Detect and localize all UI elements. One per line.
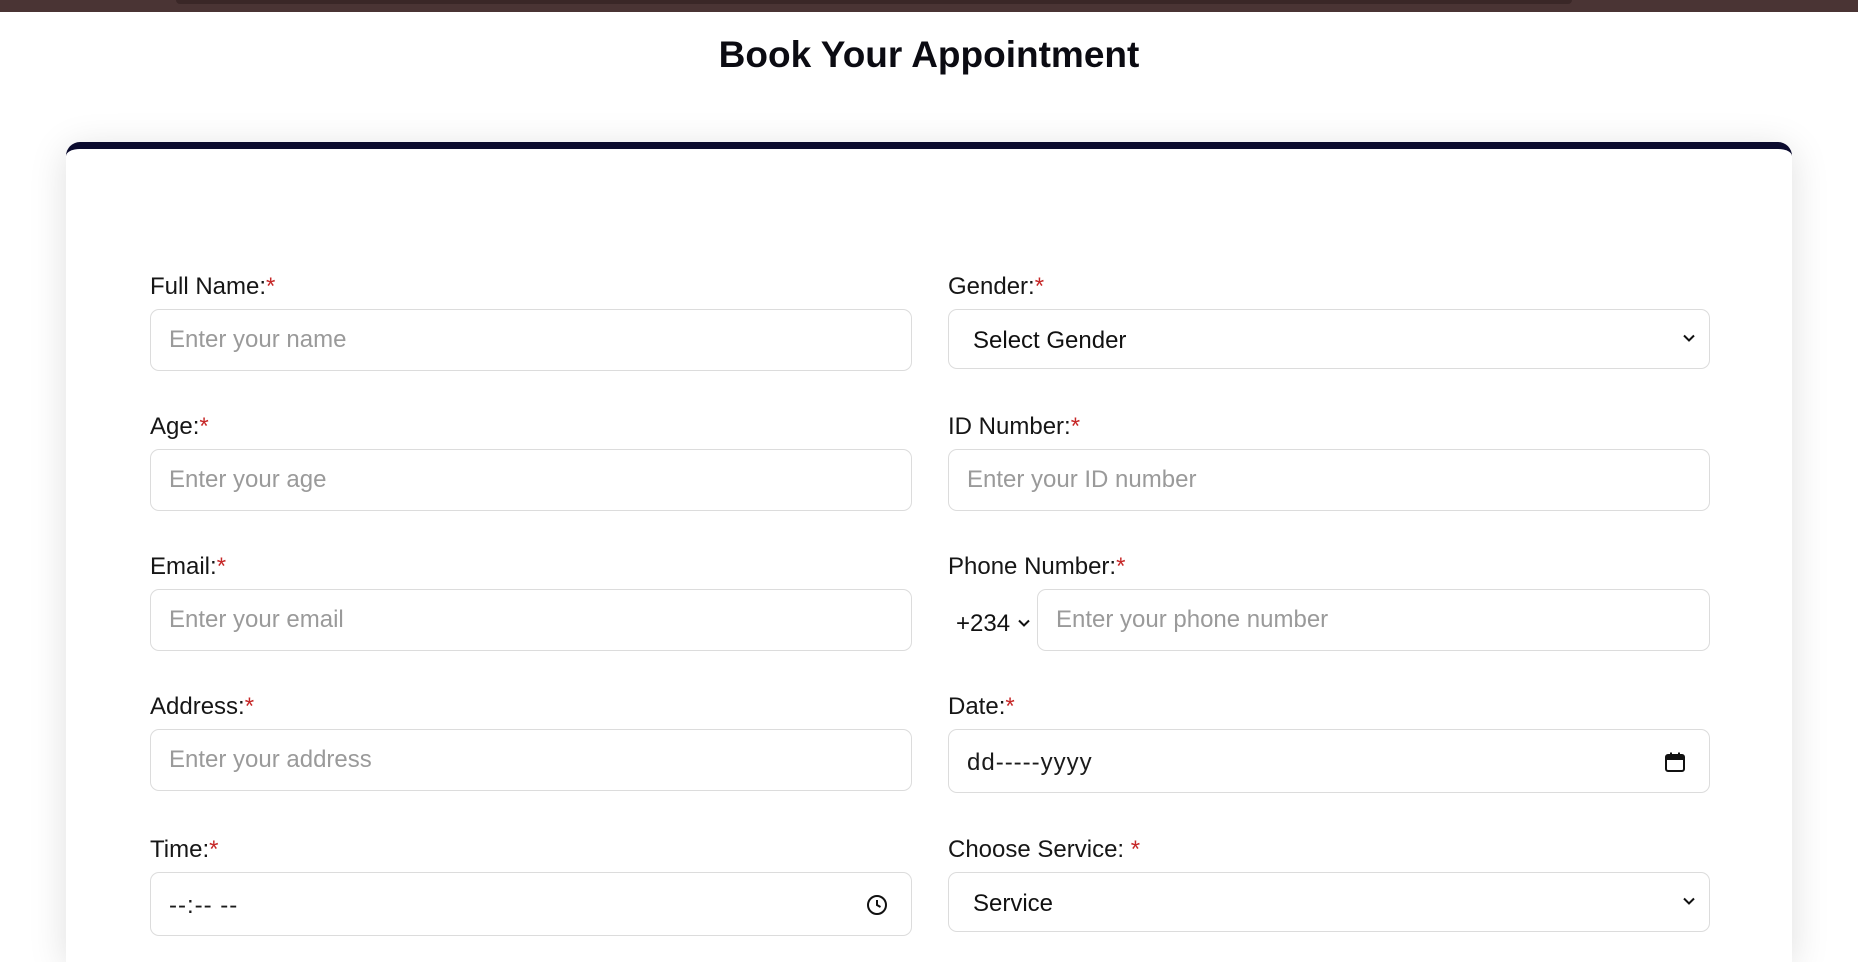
time-input-value: --:-- -- (169, 892, 239, 919)
service-field: Choose Service: * Service (948, 836, 1710, 946)
id-number-input-box (948, 449, 1710, 511)
id-number-input[interactable] (949, 450, 1709, 510)
email-input[interactable] (151, 590, 911, 650)
top-nav-bar-inner (176, 0, 1572, 4)
address-field: Address:* (150, 693, 912, 803)
email-field: Email:* (150, 553, 912, 663)
date-field: Date:* dd-----yyyy (948, 693, 1710, 809)
country-code-value: +234 (956, 610, 1011, 637)
gender-selected-value: Select Gender (973, 327, 1127, 354)
full-name-input[interactable] (151, 310, 911, 370)
calendar-icon[interactable] (1663, 750, 1687, 774)
chevron-down-icon (1683, 334, 1695, 342)
gender-select[interactable]: Select Gender (948, 309, 1710, 369)
time-input[interactable]: --:-- -- (150, 872, 912, 936)
phone-field: Phone Number:* +234 (948, 553, 1710, 663)
address-input[interactable] (151, 730, 911, 790)
gender-field: Gender:* Select Gender (948, 273, 1710, 383)
country-code-select[interactable]: +234 (948, 591, 1036, 653)
id-number-label: ID Number:* (948, 413, 1081, 440)
date-input[interactable]: dd-----yyyy (948, 729, 1710, 793)
time-field: Time:* --:-- -- (150, 836, 912, 952)
service-label: Choose Service: * (948, 836, 1141, 863)
chevron-down-icon (1683, 897, 1695, 905)
address-input-box (150, 729, 912, 791)
date-label: Date:* (948, 693, 1015, 720)
full-name-input-box (150, 309, 912, 371)
page-title: Book Your Appointment (718, 34, 1140, 75)
id-number-field: ID Number:* (948, 413, 1710, 523)
age-field: Age:* (150, 413, 912, 523)
service-select[interactable]: Service (948, 872, 1710, 932)
top-nav-bar (0, 0, 1858, 12)
age-input[interactable] (151, 450, 911, 510)
appointment-form-card: Full Name:* Gender:* Select Gender Age:*… (66, 142, 1792, 962)
phone-label: Phone Number:* (948, 553, 1126, 580)
clock-icon[interactable] (865, 893, 889, 917)
phone-input[interactable] (1038, 590, 1709, 650)
chevron-down-icon (1018, 619, 1030, 627)
email-label: Email:* (150, 553, 227, 580)
email-input-box (150, 589, 912, 651)
age-label: Age:* (150, 413, 209, 440)
date-input-value: dd-----yyyy (967, 749, 1093, 776)
service-selected-value: Service (973, 890, 1054, 917)
full-name-label: Full Name:* (150, 273, 276, 300)
full-name-field: Full Name:* (150, 273, 912, 383)
age-input-box (150, 449, 912, 511)
phone-input-box (1037, 589, 1710, 651)
address-label: Address:* (150, 693, 255, 720)
gender-label: Gender:* (948, 273, 1045, 300)
time-label: Time:* (150, 836, 219, 863)
